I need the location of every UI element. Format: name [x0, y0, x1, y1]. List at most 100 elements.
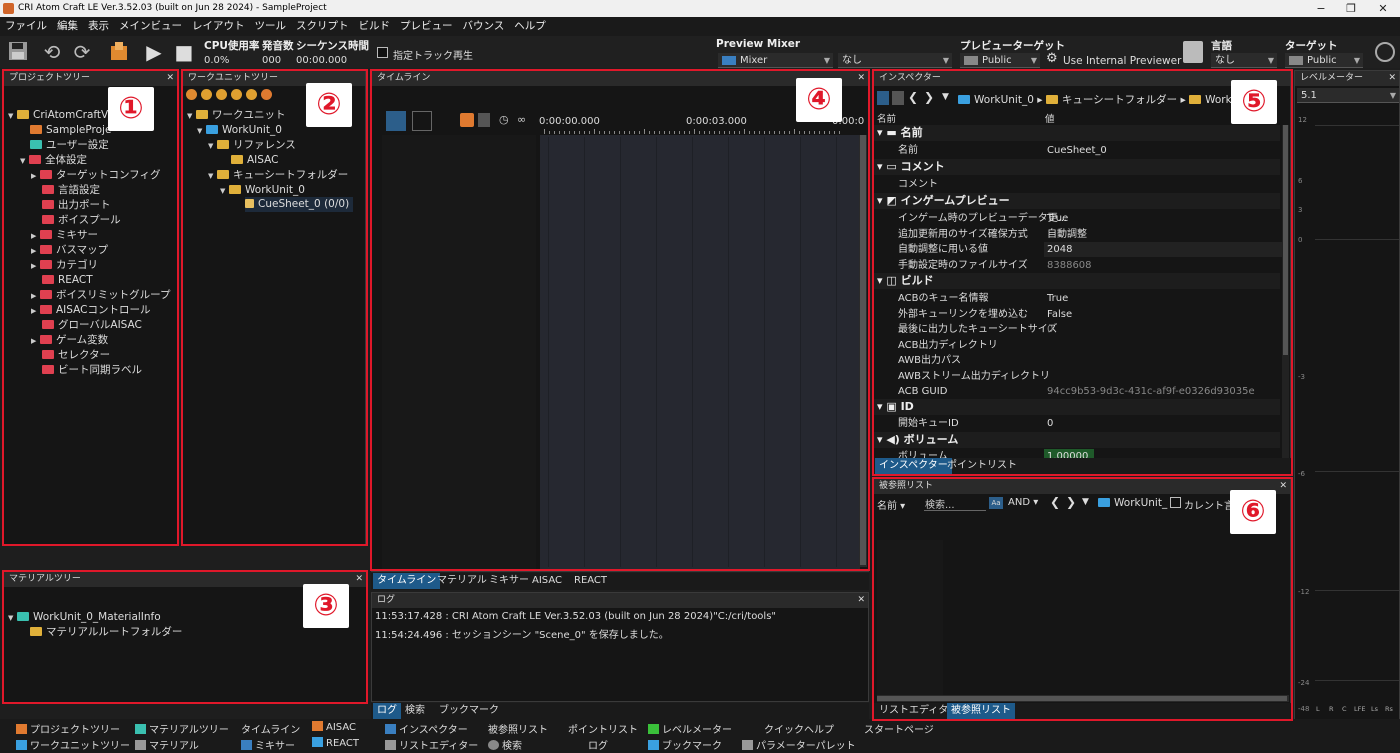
filter-icon[interactable]	[231, 89, 242, 100]
menu-preview[interactable]: プレビュー	[395, 17, 458, 36]
section-build[interactable]: ▾ ◫ ビルド	[874, 273, 1280, 289]
inspector-scrollbar[interactable]	[1282, 125, 1289, 473]
property-row[interactable]: AWBストリーム出力ディレクトリ	[874, 369, 1284, 385]
dock-point-list[interactable]: ポイントリスト	[568, 721, 638, 736]
forward-icon[interactable]: ❯	[924, 90, 934, 104]
tree-item[interactable]: マテリアルルートフォルダー	[30, 625, 182, 640]
clock-icon[interactable]: ◷	[499, 113, 509, 126]
forward-icon[interactable]: ❯	[1066, 495, 1076, 509]
panel-close-icon[interactable]: ✕	[1388, 71, 1396, 86]
property-row[interactable]: インゲーム時のプレビューデータ更... True	[874, 211, 1284, 227]
tree-item[interactable]: AISAC	[231, 153, 278, 168]
property-row[interactable]: ACB出力ディレクトリ	[874, 338, 1284, 354]
tree-item[interactable]: 出力ポート	[42, 198, 111, 213]
tree-item[interactable]: ▼ WorkUnit_0_MaterialInfo	[8, 610, 161, 625]
dock-start-page[interactable]: スタートページ	[864, 721, 934, 736]
property-row[interactable]: 最後に出力したキューシートサイズ 0	[874, 322, 1284, 338]
breadcrumb-item[interactable]: WorkUnit_0	[974, 94, 1034, 106]
tree-item[interactable]: ユーザー設定	[30, 138, 109, 153]
select-tool-icon[interactable]	[386, 111, 406, 131]
tree-item[interactable]: ▶ ターゲットコンフィグ	[31, 168, 160, 183]
record-icon[interactable]	[460, 113, 474, 127]
history-dropdown-icon[interactable]: ▼	[1082, 497, 1089, 507]
timeline-scrollbar[interactable]	[859, 135, 867, 567]
filter-icon[interactable]	[261, 89, 272, 100]
tree-item[interactable]: SampleProje	[30, 123, 111, 138]
undo-icon[interactable]: ⟲	[40, 40, 64, 64]
dock-mixer[interactable]: ミキサー	[241, 737, 295, 752]
tree-item[interactable]: 言語設定	[42, 183, 100, 198]
dock-react[interactable]: REACT	[312, 737, 359, 749]
tree-item[interactable]: REACT	[42, 273, 93, 288]
tree-item[interactable]: グローバルAISAC	[42, 318, 142, 333]
dock-inspector[interactable]: インスペクター	[385, 721, 468, 736]
tree-item[interactable]: ▶ ゲーム変数	[31, 333, 108, 348]
play-icon[interactable]: ▶	[143, 40, 165, 64]
reference-list-hscroll[interactable]	[877, 695, 1289, 702]
dock-project-tree[interactable]: プロジェクトツリー	[16, 721, 120, 736]
dock-search[interactable]: 検索	[488, 737, 522, 752]
tree-item[interactable]: ▶ AISACコントロール	[31, 303, 150, 318]
menu-layout[interactable]: レイアウト	[187, 17, 250, 36]
stop-icon[interactable]: ■	[173, 40, 195, 64]
timeline-track-area[interactable]	[540, 135, 860, 569]
property-row[interactable]: 手動設定時のファイルサイズ 8388608	[874, 258, 1284, 274]
dock-log[interactable]: ログ	[588, 737, 608, 752]
mixer-select[interactable]: Mixer ▼	[718, 53, 833, 68]
dock-parameter-palette[interactable]: パラメーターパレット	[742, 737, 856, 752]
track-list-area[interactable]	[382, 135, 536, 569]
filter-icon[interactable]	[246, 89, 257, 100]
panel-close-icon[interactable]: ✕	[1279, 479, 1287, 494]
range-tool-icon[interactable]	[412, 111, 432, 131]
tree-item[interactable]: ボイスプール	[42, 213, 121, 228]
property-row[interactable]: ACBのキュー名情報 True	[874, 291, 1284, 307]
dock-reference-list[interactable]: 被参照リスト	[488, 721, 548, 736]
dock-quick-help[interactable]: クイックヘルプ	[764, 721, 834, 736]
marker-icon[interactable]	[478, 113, 490, 127]
history-dropdown-icon[interactable]: ▼	[942, 92, 949, 102]
search-input[interactable]: 検索...	[924, 496, 986, 511]
tab-react[interactable]: REACT	[570, 573, 611, 589]
tab-bookmark[interactable]: ブックマーク	[435, 703, 503, 719]
tree-item-selected[interactable]: CueSheet_0 (0/0)	[245, 197, 354, 212]
filter-icon[interactable]	[216, 89, 227, 100]
property-row[interactable]: 外部キューリンクを埋め込む False	[874, 307, 1284, 323]
menu-script[interactable]: スクリプト	[291, 17, 354, 36]
use-internal-previewer[interactable]: Use Internal Previewer	[1063, 55, 1181, 67]
tab-point-list[interactable]: ポイントリスト	[943, 458, 1021, 474]
tree-item[interactable]: ▼ 全体設定	[20, 153, 87, 168]
tree-item[interactable]: ▶ ミキサー	[31, 228, 98, 243]
case-sensitive-toggle[interactable]: Aa	[989, 497, 1003, 509]
menu-view[interactable]: 表示	[83, 17, 114, 36]
level-meter-mode-select[interactable]: 5.1 ▼	[1297, 88, 1399, 103]
close-button[interactable]: ✕	[1368, 0, 1398, 17]
current-language-checkbox[interactable]	[1170, 497, 1181, 508]
dock-material-tree[interactable]: マテリアルツリー	[135, 721, 229, 736]
tree-item[interactable]: ▼ キューシートフォルダー	[208, 168, 348, 183]
property-row[interactable]: ACB GUID 94cc9b53-9d3c-431c-af9f-e0326d93…	[874, 384, 1284, 400]
panel-close-icon[interactable]: ✕	[355, 572, 363, 587]
list-view-icon[interactable]	[877, 91, 889, 105]
tab-reference-list[interactable]: 被参照リスト	[947, 703, 1015, 719]
tab-search[interactable]: 検索	[401, 703, 429, 719]
dock-material[interactable]: マテリアル	[135, 737, 199, 752]
tab-aisac[interactable]: AISAC	[528, 573, 566, 589]
tree-item[interactable]: セレクター	[42, 348, 110, 363]
dock-aisac[interactable]: AISAC	[312, 721, 356, 733]
property-row[interactable]: コメント	[874, 177, 1284, 193]
and-operator-select[interactable]: AND ▾	[1008, 497, 1038, 508]
dock-list-editor[interactable]: リストエディター	[385, 737, 478, 752]
detail-view-icon[interactable]	[892, 91, 904, 105]
name-filter-select[interactable]: 名前 ▾	[877, 497, 905, 512]
back-icon[interactable]: ❮	[1050, 495, 1060, 509]
workunit-link[interactable]: WorkUnit_	[1098, 497, 1167, 509]
panel-close-icon[interactable]: ✕	[166, 71, 174, 86]
link-icon[interactable]: ∞	[517, 113, 526, 126]
menu-bounce[interactable]: バウンス	[458, 17, 510, 36]
property-row[interactable]: AWB出力パス	[874, 353, 1284, 369]
track-play-checkbox[interactable]	[377, 47, 388, 58]
section-name[interactable]: ▾ ▬ 名前	[874, 125, 1280, 141]
panel-close-icon[interactable]: ✕	[857, 71, 865, 86]
language-select[interactable]: なし ▼	[1211, 53, 1277, 68]
workunit-filter-icons[interactable]	[186, 89, 306, 101]
